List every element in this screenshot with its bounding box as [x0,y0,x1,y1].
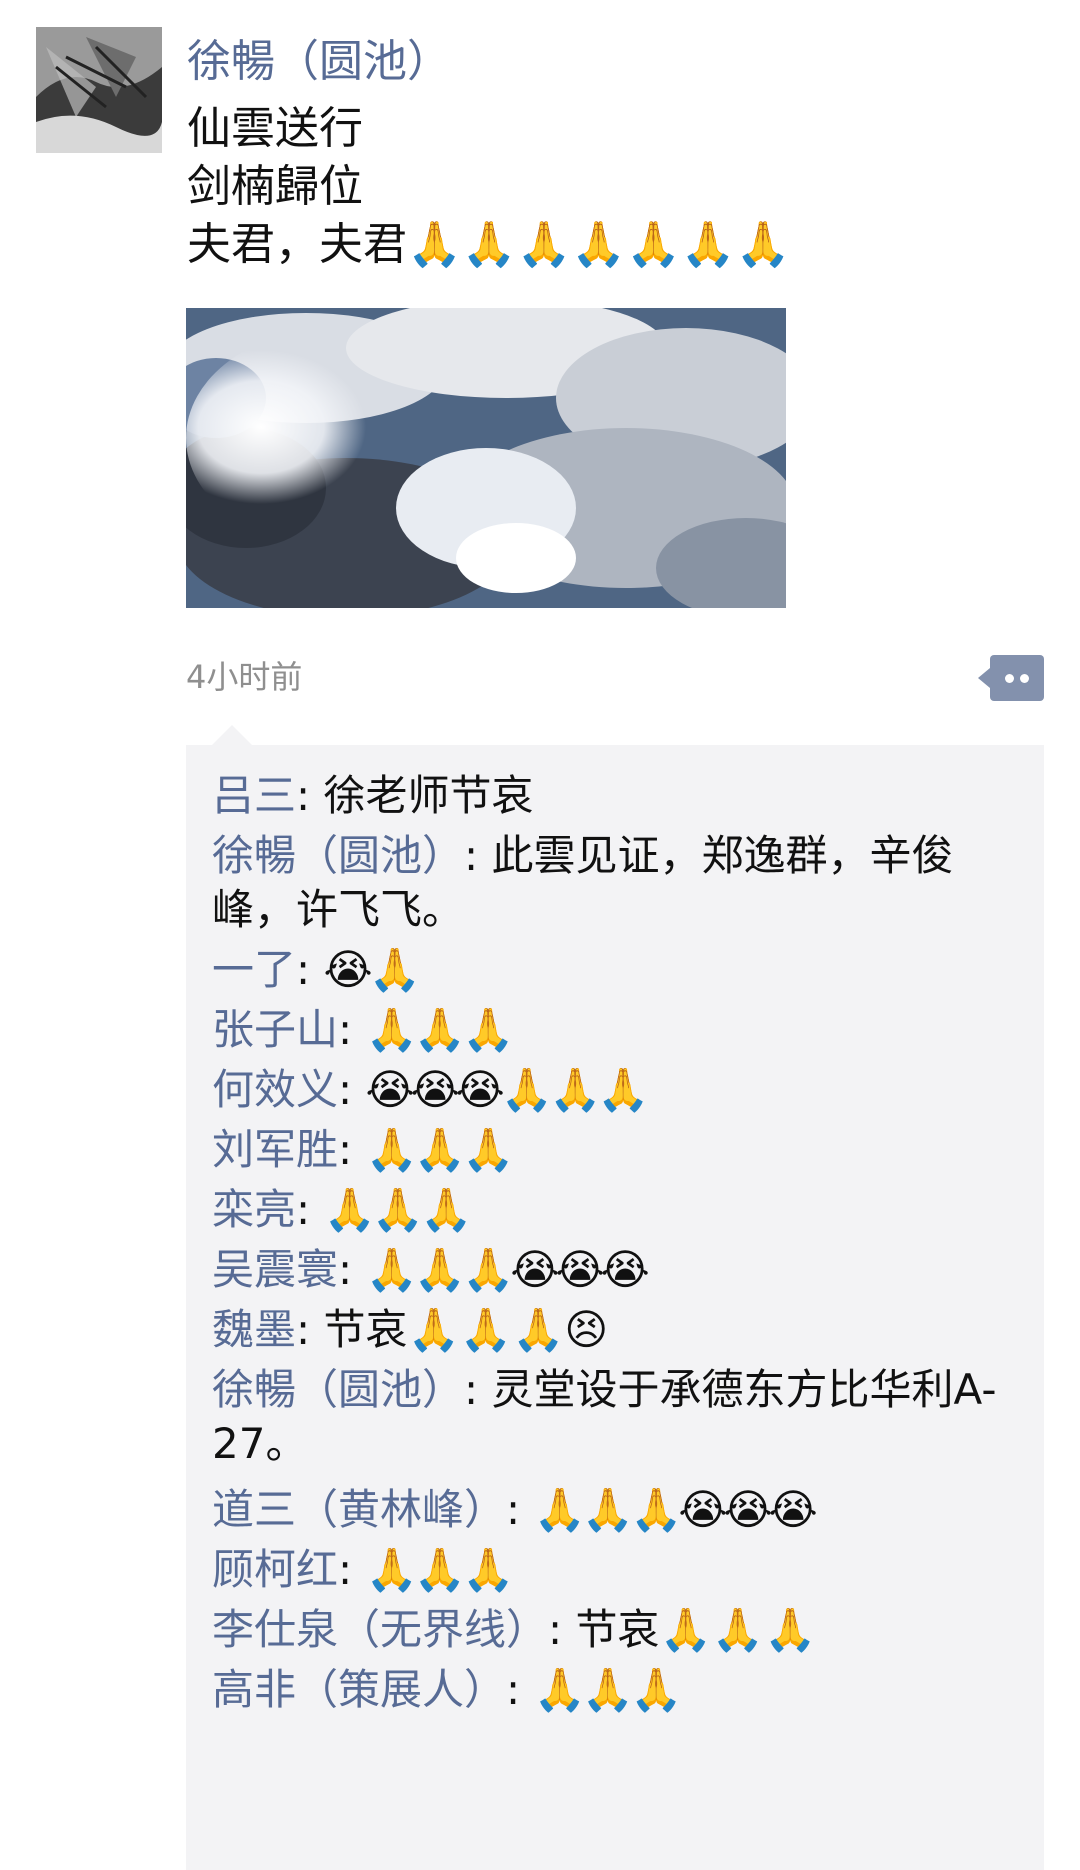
more-button[interactable] [978,655,1044,701]
comment-item[interactable]: 张子山: 🙏🙏🙏 [212,1003,1024,1057]
comment-item[interactable]: 魏墨: 节哀🙏🙏🙏😣 [212,1303,1024,1357]
comment-author[interactable]: 一了 [212,945,296,994]
post-author-name[interactable]: 徐暢（圆池） [187,30,451,94]
comment-item[interactable]: 吴震寰: 🙏🙏🙏😭😭😭 [212,1243,1024,1297]
comment-item[interactable]: 栾亮: 🙏🙏🙏 [212,1183,1024,1237]
post-photo[interactable] [186,308,786,608]
dot [1020,674,1029,683]
comment-section-arrow [212,725,252,745]
comment-author[interactable]: 吴震寰 [212,1245,338,1294]
moments-post: 徐暢（圆池） 仙雲送行 剑楠歸位 夫君，夫君🙏🙏🙏🙏🙏🙏🙏 4小时前 吕三: 徐… [0,0,1080,1870]
comment-item[interactable]: 高非（策展人）: 🙏🙏🙏 [212,1663,1024,1717]
post-text: 仙雲送行 剑楠歸位 夫君，夫君🙏🙏🙏🙏🙏🙏🙏 [187,100,1047,274]
comment-author[interactable]: 道三（黄林峰） [212,1485,506,1534]
comment-text: 🙏🙏🙏😭😭😭 [533,1485,818,1534]
post-timestamp: 4小时前 [186,658,303,696]
comment-item[interactable]: 吕三: 徐老师节哀 [212,769,1024,823]
comment-text: 🙏🙏🙏 [533,1665,683,1714]
comment-section: 吕三: 徐老师节哀 徐暢（圆池）: 此雲见证，郑逸群，辛俊峰，许飞飞。 一了: … [186,725,1044,1870]
comment-author[interactable]: 高非（策展人） [212,1665,506,1714]
comment-text: 徐老师节哀 [323,771,534,820]
comment-text: 😭🙏 [323,945,421,994]
comment-text: 🙏🙏🙏 [365,1545,515,1594]
dot [1005,674,1014,683]
comment-author[interactable]: 徐暢（圆池） [212,1365,464,1414]
post-text-line: 剑楠歸位 [187,161,363,212]
comment-text: 🙏🙏🙏😭😭😭 [365,1245,650,1294]
comment-item[interactable]: 一了: 😭🙏 [212,943,1024,997]
comment-author[interactable]: 魏墨 [212,1305,296,1354]
comment-text: 🙏🙏🙏 [365,1125,515,1174]
comment-author[interactable]: 徐暢（圆池） [212,831,464,880]
comment-author[interactable]: 刘军胜 [212,1125,338,1174]
comment-author[interactable]: 栾亮 [212,1185,296,1234]
comment-author[interactable]: 顾柯红 [212,1545,338,1594]
comment-item[interactable]: 刘军胜: 🙏🙏🙏 [212,1123,1024,1177]
more-dots-icon [990,655,1044,701]
comment-author[interactable]: 何效义 [212,1065,338,1114]
comment-item[interactable]: 李仕泉（无界线）: 节哀🙏🙏🙏 [212,1603,1024,1657]
comment-item[interactable]: 徐暢（圆池）: 灵堂设于承德东方比华利A-27。 [212,1363,1024,1471]
comment-author[interactable]: 张子山 [212,1005,338,1054]
comment-text: 节哀🙏🙏🙏 [575,1605,817,1654]
comment-text: 🙏🙏🙏 [323,1185,473,1234]
comment-text: 😭😭😭🙏🙏🙏 [365,1065,650,1114]
post-text-line: 夫君，夫君🙏🙏🙏🙏🙏🙏🙏 [187,219,791,270]
comment-item[interactable]: 顾柯红: 🙏🙏🙏 [212,1543,1024,1597]
comment-item[interactable]: 何效义: 😭😭😭🙏🙏🙏 [212,1063,1024,1117]
comment-item[interactable]: 徐暢（圆池）: 此雲见证，郑逸群，辛俊峰，许飞飞。 [212,829,1024,937]
post-text-line: 仙雲送行 [187,103,363,154]
avatar[interactable] [36,27,162,153]
comment-text: 节哀🙏🙏🙏😣 [323,1305,609,1354]
comment-author[interactable]: 吕三 [212,771,296,820]
comment-text: 🙏🙏🙏 [365,1005,515,1054]
comment-author[interactable]: 李仕泉（无界线） [212,1605,548,1654]
comment-item[interactable]: 道三（黄林峰）: 🙏🙏🙏😭😭😭 [212,1483,1024,1537]
more-button-tip [978,668,990,688]
